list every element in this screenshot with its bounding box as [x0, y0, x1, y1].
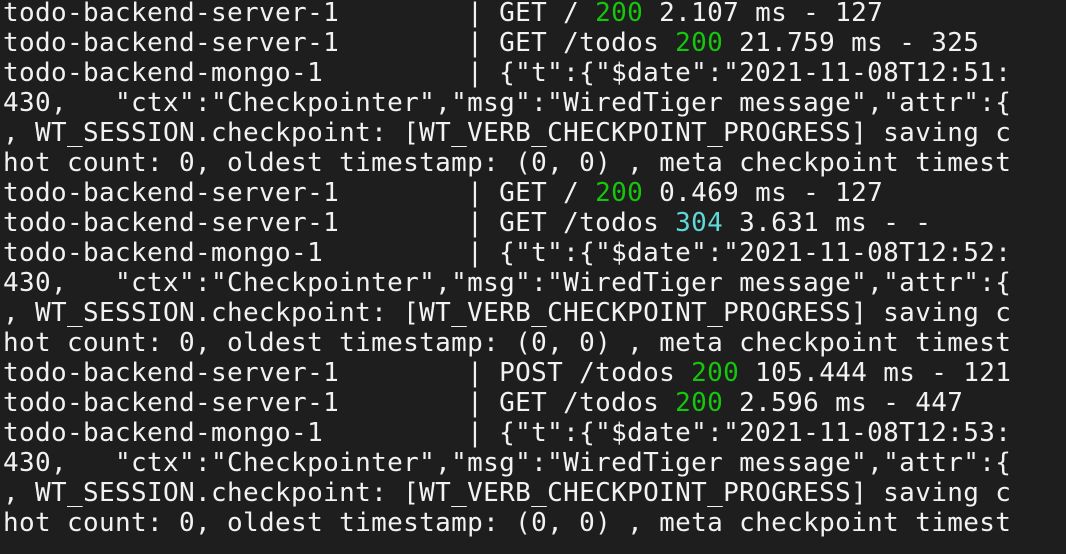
log-line: 430, "ctx":"Checkpointer","msg":"WiredTi…: [3, 88, 1011, 118]
terminal-output[interactable]: todo-backend-server-1 | GET / 200 2.107 …: [0, 0, 1066, 554]
log-text: , WT_SESSION.checkpoint: [WT_VERB_CHECKP…: [3, 118, 1012, 148]
log-line: hot count: 0, oldest timestamp: (0, 0) ,…: [3, 148, 1011, 178]
log-line: todo-backend-mongo-1 | {"t":{"$date":"20…: [3, 238, 1011, 268]
log-text: 21.759 ms - 325: [723, 28, 980, 58]
log-line: todo-backend-mongo-1 | {"t":{"$date":"20…: [3, 418, 1011, 448]
log-line: , WT_SESSION.checkpoint: [WT_VERB_CHECKP…: [3, 478, 1011, 508]
log-text: todo-backend-mongo-1 | {"t":{"$date":"20…: [3, 58, 1012, 88]
log-line: , WT_SESSION.checkpoint: [WT_VERB_CHECKP…: [3, 298, 1011, 328]
log-line: todo-backend-mongo-1 | {"t":{"$date":"20…: [3, 58, 1011, 88]
log-line: todo-backend-server-1 | GET /todos 200 2…: [3, 388, 963, 418]
http-status-code: 200: [675, 28, 724, 58]
log-text: , WT_SESSION.checkpoint: [WT_VERB_CHECKP…: [3, 478, 1012, 508]
log-text: todo-backend-mongo-1 | {"t":{"$date":"20…: [3, 418, 1012, 448]
log-line: 430, "ctx":"Checkpointer","msg":"WiredTi…: [3, 448, 1011, 478]
log-line: todo-backend-server-1 | GET /todos 304 3…: [3, 208, 931, 238]
http-status-code: 200: [675, 388, 724, 418]
log-text: 105.444 ms - 121: [739, 358, 1012, 388]
log-line: todo-backend-server-1 | GET / 200 2.107 …: [3, 0, 883, 28]
log-text: 0.469 ms - 127: [643, 178, 884, 208]
log-text: , WT_SESSION.checkpoint: [WT_VERB_CHECKP…: [3, 298, 1012, 328]
log-line: todo-backend-server-1 | POST /todos 200 …: [3, 358, 1011, 388]
http-status-code: 304: [675, 208, 724, 238]
log-text: 430, "ctx":"Checkpointer","msg":"WiredTi…: [3, 448, 1012, 478]
log-text: todo-backend-server-1 | GET /: [3, 178, 596, 208]
log-text: 2.596 ms - 447: [723, 388, 964, 418]
log-text: 2.107 ms - 127: [643, 0, 884, 28]
log-text: 3.631 ms - -: [723, 208, 932, 238]
log-line: todo-backend-server-1 | GET /todos 200 2…: [3, 28, 979, 58]
log-text: 430, "ctx":"Checkpointer","msg":"WiredTi…: [3, 268, 1012, 298]
log-text: todo-backend-mongo-1 | {"t":{"$date":"20…: [3, 238, 1012, 268]
log-text: hot count: 0, oldest timestamp: (0, 0) ,…: [3, 148, 1012, 178]
log-text: todo-backend-server-1 | POST /todos: [3, 358, 692, 388]
log-line: 430, "ctx":"Checkpointer","msg":"WiredTi…: [3, 268, 1011, 298]
log-text: todo-backend-server-1 | GET /todos: [3, 28, 676, 58]
http-status-code: 200: [595, 178, 644, 208]
http-status-code: 200: [691, 358, 740, 388]
log-text: todo-backend-server-1 | GET /: [3, 0, 596, 28]
log-line: hot count: 0, oldest timestamp: (0, 0) ,…: [3, 508, 1011, 538]
http-status-code: 200: [595, 0, 644, 28]
log-text: 430, "ctx":"Checkpointer","msg":"WiredTi…: [3, 88, 1012, 118]
log-line: , WT_SESSION.checkpoint: [WT_VERB_CHECKP…: [3, 118, 1011, 148]
log-text: todo-backend-server-1 | GET /todos: [3, 208, 676, 238]
log-line: hot count: 0, oldest timestamp: (0, 0) ,…: [3, 328, 1011, 358]
log-line: todo-backend-server-1 | GET / 200 0.469 …: [3, 178, 883, 208]
log-text: todo-backend-server-1 | GET /todos: [3, 388, 676, 418]
log-text: hot count: 0, oldest timestamp: (0, 0) ,…: [3, 328, 1012, 358]
log-text: hot count: 0, oldest timestamp: (0, 0) ,…: [3, 508, 1012, 538]
